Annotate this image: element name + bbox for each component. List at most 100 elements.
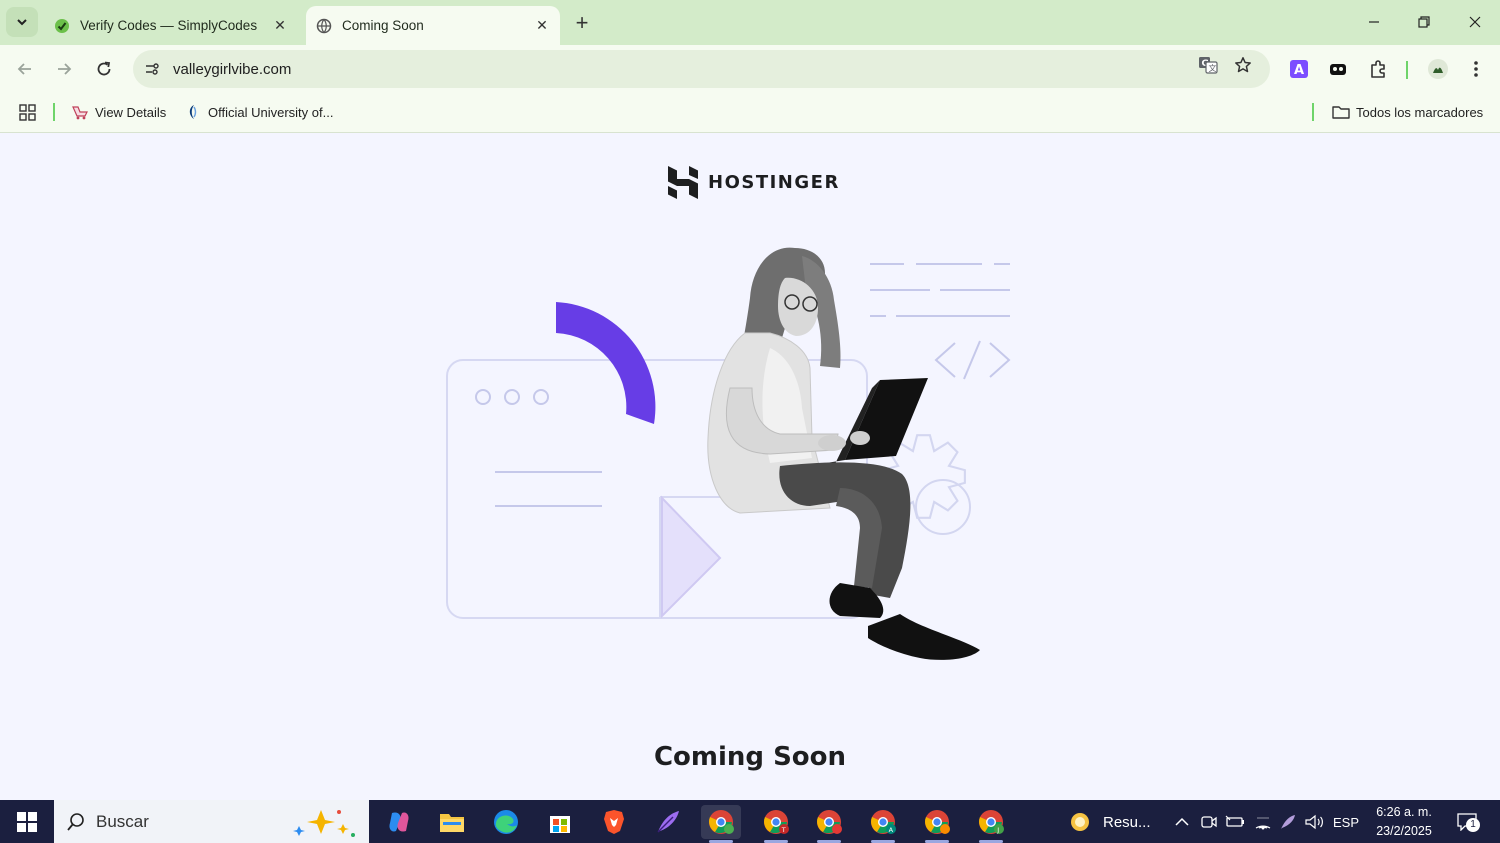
bookmarks-bar: View Details Official University of... T… (0, 93, 1500, 133)
notifications-button[interactable]: 1 (1452, 811, 1482, 833)
network-icon[interactable] (1252, 811, 1274, 833)
feather-app-icon[interactable] (648, 805, 688, 839)
arrow-left-icon (17, 63, 31, 75)
hostinger-logo-mark (668, 166, 698, 199)
progress-arc-graphic (556, 302, 656, 424)
play-triangle-graphic (661, 495, 722, 619)
close-tab-icon[interactable]: ✕ (532, 16, 552, 36)
woman-with-laptop-image (707, 247, 980, 660)
close-window-button[interactable] (1457, 8, 1493, 36)
start-button[interactable] (8, 807, 46, 837)
svg-text:文: 文 (1209, 63, 1217, 73)
university-icon (184, 103, 202, 121)
tab-coming-soon[interactable]: Coming Soon ✕ (306, 6, 560, 45)
back-button[interactable] (11, 55, 39, 83)
chrome-profile-3-icon[interactable] (809, 805, 849, 843)
tab-search-button[interactable] (6, 7, 38, 37)
coming-soon-heading: Coming Soon (653, 742, 847, 772)
folder-icon (1332, 103, 1350, 121)
forward-button[interactable] (50, 55, 78, 83)
brand-name: HOSTINGER (708, 172, 840, 193)
chrome-profile-5-icon[interactable] (917, 805, 957, 843)
new-tab-button[interactable]: + (570, 11, 594, 35)
extensions-puzzle-icon[interactable] (1366, 57, 1390, 81)
chevron-down-icon (17, 19, 27, 26)
bookmark-label: Official University of... (208, 104, 334, 120)
address-bar[interactable]: valleygirlvibe.com (133, 50, 1270, 88)
bookmark-star-icon[interactable] (1232, 54, 1254, 76)
bookmark-view-details[interactable]: View Details (71, 101, 166, 123)
url-text[interactable]: valleygirlvibe.com (173, 61, 1270, 78)
system-clock[interactable]: 6:26 a. m. 23/2/2025 (1368, 803, 1440, 841)
windows-taskbar: Buscar T A J Resu... ESP 6:26 a. m. 23/2… (0, 800, 1500, 843)
tab-simplycodes[interactable]: Verify Codes — SimplyCodes ✕ (44, 6, 298, 45)
close-tab-icon[interactable]: ✕ (270, 16, 290, 36)
edge-browser-icon[interactable] (486, 805, 526, 839)
search-placeholder: Buscar (96, 811, 149, 831)
chrome-profile-6-icon[interactable]: J (971, 805, 1011, 843)
svg-text:A: A (1294, 63, 1304, 78)
battery-icon[interactable] (1224, 811, 1246, 833)
reload-icon (97, 61, 111, 76)
all-bookmarks-button[interactable]: Todos los marcadores (1332, 101, 1483, 123)
menu-kebab-icon[interactable] (1464, 57, 1488, 81)
close-icon (1469, 16, 1481, 28)
brave-browser-icon[interactable] (594, 805, 634, 839)
bookmark-official-university[interactable]: Official University of... (184, 101, 333, 123)
code-lines-graphic (870, 263, 1010, 317)
translate-icon[interactable]: G文 (1197, 54, 1219, 76)
browser-toolbar: valleygirlvibe.com G文 A (0, 45, 1500, 93)
tab-strip: Verify Codes — SimplyCodes ✕ Coming Soon… (0, 0, 1500, 45)
windows-logo-icon (17, 812, 37, 832)
simplycodes-icon (54, 18, 70, 34)
clock-time: 6:26 a. m. (1376, 805, 1432, 819)
microsoft-store-icon[interactable] (540, 805, 580, 839)
bookmark-label: View Details (95, 104, 167, 120)
svg-text:T: T (781, 826, 786, 834)
search-icon (67, 812, 84, 831)
volume-icon[interactable] (1302, 811, 1326, 833)
svg-text:A: A (889, 826, 894, 834)
view-details-icon (71, 103, 89, 121)
pen-app-tray-icon[interactable] (1277, 811, 1299, 833)
apps-grid-icon[interactable] (19, 101, 37, 123)
bookmarks-divider (53, 103, 55, 121)
all-bookmarks-label: Todos los marcadores (1356, 104, 1484, 120)
restore-button[interactable] (1406, 8, 1442, 36)
arrow-right-icon (58, 63, 72, 75)
taskbar-search[interactable]: Buscar (54, 800, 369, 843)
extension-mask-icon[interactable] (1326, 57, 1350, 81)
file-explorer-icon[interactable] (432, 805, 472, 839)
svg-text:J: J (996, 826, 999, 834)
notification-badge: 1 (1466, 818, 1480, 832)
reload-button[interactable] (90, 55, 118, 83)
tab-title: Coming Soon (342, 18, 424, 33)
minimize-icon (1369, 21, 1379, 23)
minimize-button[interactable] (1356, 8, 1392, 36)
weather-widget[interactable]: Resu... (1068, 811, 1154, 833)
restore-icon (1418, 16, 1430, 28)
weather-label: Resu... (1103, 813, 1151, 831)
profile-avatar[interactable] (1426, 57, 1450, 81)
language-indicator[interactable]: ESP (1332, 811, 1360, 833)
tab-title: Verify Codes — SimplyCodes (80, 18, 258, 33)
toolbar-divider (1406, 61, 1408, 79)
code-brackets-icon (934, 340, 1011, 380)
globe-icon (316, 18, 332, 34)
site-info-icon[interactable] (141, 58, 163, 80)
page-content: HOSTINGER Coming Soon (0, 133, 1500, 800)
chrome-profile-2-icon[interactable]: T (756, 805, 796, 843)
copilot-app-icon[interactable] (379, 805, 419, 839)
hero-illustration (446, 247, 1011, 660)
chevron-up-icon (1175, 817, 1189, 826)
clock-date: 23/2/2025 (1376, 824, 1432, 838)
chrome-profile-4-icon[interactable]: A (863, 805, 903, 843)
sparkle-icon (293, 809, 355, 837)
chrome-profile-1-icon[interactable] (701, 805, 741, 843)
extension-a-icon[interactable]: A (1287, 57, 1311, 81)
show-hidden-icons-button[interactable] (1172, 811, 1192, 833)
bookmarks-divider (1312, 103, 1314, 121)
sun-cloud-icon (1071, 813, 1089, 831)
hostinger-logo: HOSTINGER (668, 166, 840, 199)
meet-now-icon[interactable] (1199, 811, 1219, 833)
